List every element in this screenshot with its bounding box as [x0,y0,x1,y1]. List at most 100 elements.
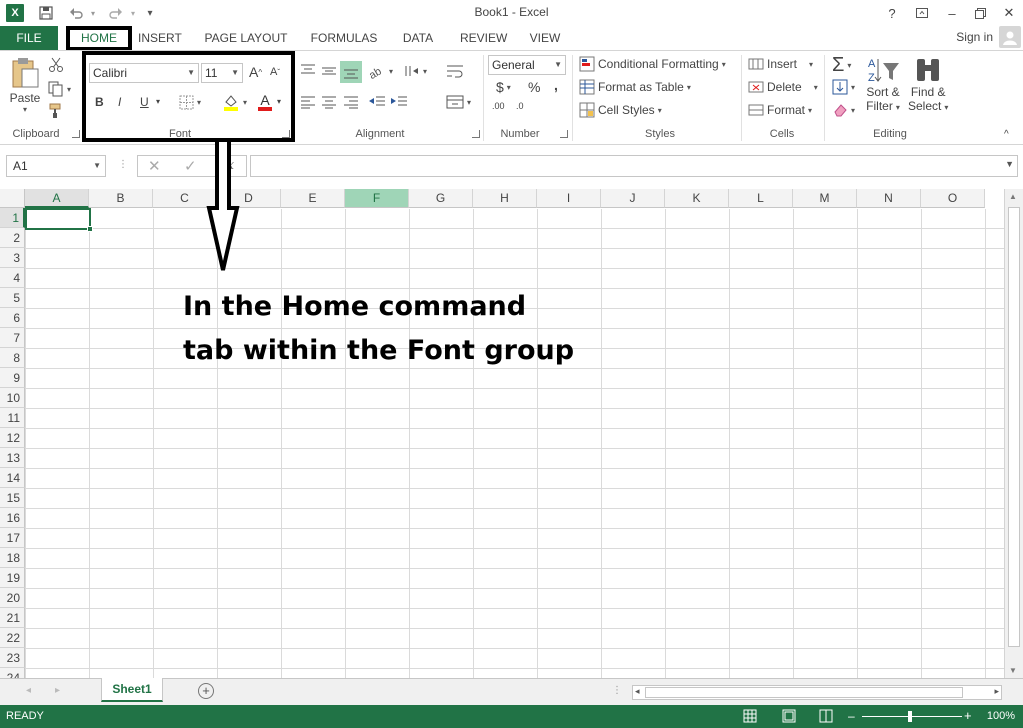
tab-formulas[interactable]: FORMULAS [310,26,378,50]
zoom-out-icon[interactable]: – [848,709,855,723]
horizontal-scroll-thumb[interactable] [645,687,963,698]
format-as-table-button[interactable]: Format as Table ▾ [579,79,691,95]
column-header-g[interactable]: G [409,189,473,208]
row-header-23[interactable]: 23 [0,648,25,668]
column-header-n[interactable]: N [857,189,921,208]
row-header-19[interactable]: 19 [0,568,25,588]
align-right-icon[interactable] [343,95,359,109]
formula-input[interactable]: ▼ [250,155,1018,177]
cancel-entry-icon[interactable]: ✕ [148,157,161,175]
align-middle-icon[interactable] [321,63,337,79]
tab-data[interactable]: DATA [400,26,436,50]
column-header-l[interactable]: L [729,189,793,208]
increase-decimal-button[interactable]: .00 [492,101,505,111]
number-launcher-icon[interactable] [560,130,568,138]
sheet-tab-sheet1[interactable]: Sheet1 [101,678,163,702]
cell-styles-button[interactable]: Cell Styles ▾ [579,102,662,118]
row-header-5[interactable]: 5 [0,288,25,308]
comma-button[interactable]: , [554,77,558,93]
row-header-8[interactable]: 8 [0,348,25,368]
wrap-text-icon[interactable] [446,63,464,79]
tab-view[interactable]: VIEW [528,26,562,50]
zoom-level[interactable]: 100% [987,710,1015,722]
clear-icon[interactable]: ▾ [832,102,855,118]
zoom-slider-thumb[interactable] [908,711,912,722]
format-cells-button[interactable]: Format ▾ [748,102,812,118]
normal-view-icon[interactable] [743,709,757,726]
row-header-17[interactable]: 17 [0,528,25,548]
decrease-indent-icon[interactable] [368,95,386,109]
format-painter-icon[interactable] [48,103,64,119]
scroll-left-icon[interactable]: ◂ [635,686,640,697]
sign-in-link[interactable]: Sign in [956,30,993,44]
close-icon[interactable]: ✕ [997,4,1021,22]
column-header-h[interactable]: H [473,189,537,208]
split-grip-icon[interactable]: ⋮ [612,685,622,696]
row-header-22[interactable]: 22 [0,628,25,648]
find-select-button[interactable]: Find & Select ▾ [908,55,948,113]
active-cell[interactable] [25,208,93,232]
row-header-6[interactable]: 6 [0,308,25,328]
tab-home[interactable]: HOME [66,26,132,50]
percent-button[interactable]: % [528,79,540,95]
page-break-view-icon[interactable] [819,709,833,726]
select-all-corner[interactable] [0,189,25,208]
cut-icon[interactable] [48,57,64,73]
decrease-decimal-button[interactable]: .0 [516,101,524,111]
number-format-combo[interactable]: General ▼ [488,55,566,75]
row-header-24[interactable]: 24 [0,668,25,678]
currency-button[interactable]: $ ▾ [496,79,511,95]
scroll-up-icon[interactable]: ▲ [1009,192,1017,201]
column-header-j[interactable]: J [601,189,665,208]
minimize-icon[interactable]: – [940,4,964,22]
restore-icon[interactable] [968,4,992,22]
tab-page-layout[interactable]: PAGE LAYOUT [204,26,288,50]
avatar[interactable] [999,26,1021,48]
row-header-13[interactable]: 13 [0,448,25,468]
cell-area[interactable] [25,209,1004,678]
row-header-16[interactable]: 16 [0,508,25,528]
column-header-a[interactable]: A [25,189,89,208]
merge-center-icon[interactable]: ▾ [446,95,471,109]
increase-indent-icon[interactable] [390,95,408,109]
fill-handle[interactable] [87,226,93,232]
ribbon-display-options-icon[interactable] [910,4,934,22]
row-header-11[interactable]: 11 [0,408,25,428]
tab-review[interactable]: REVIEW [460,26,507,50]
align-bottom-icon[interactable] [340,61,362,83]
column-header-o[interactable]: O [921,189,985,208]
help-icon[interactable]: ? [880,4,904,22]
confirm-entry-icon[interactable]: ✓ [184,157,197,175]
autosum-icon[interactable]: Σ ▾ [832,54,851,77]
copy-icon[interactable]: ▾ [48,81,71,97]
delete-cells-button[interactable]: Delete ▾ [748,79,818,95]
column-header-f[interactable]: F [345,189,409,208]
column-header-m[interactable]: M [793,189,857,208]
row-header-7[interactable]: 7 [0,328,25,348]
vertical-scroll-thumb[interactable] [1008,207,1020,647]
align-top-icon[interactable] [300,63,316,79]
fill-icon[interactable]: ▾ [832,79,855,95]
name-box[interactable]: A1 ▼ [6,155,106,177]
new-sheet-icon[interactable]: + [198,683,214,699]
align-left-icon[interactable] [300,95,316,109]
zoom-in-icon[interactable]: + [964,708,972,723]
collapse-ribbon-icon[interactable]: ^ [1004,129,1009,140]
horizontal-scrollbar[interactable]: ◂ ▸ [632,685,1002,700]
align-center-icon[interactable] [321,95,337,109]
vertical-scrollbar[interactable]: ▲ ▼ [1004,189,1023,678]
insert-cells-button[interactable]: Insert ▾ [748,56,813,72]
scroll-right-icon[interactable]: ▸ [994,686,999,697]
clipboard-launcher-icon[interactable] [72,130,80,138]
column-header-i[interactable]: I [537,189,601,208]
row-header-21[interactable]: 21 [0,608,25,628]
alignment-launcher-icon[interactable] [472,130,480,138]
row-header-18[interactable]: 18 [0,548,25,568]
row-header-12[interactable]: 12 [0,428,25,448]
row-header-3[interactable]: 3 [0,248,25,268]
column-header-k[interactable]: K [665,189,729,208]
conditional-formatting-button[interactable]: Conditional Formatting ▾ [579,56,726,72]
indent-dir-icon[interactable]: ▾ [404,63,427,79]
column-header-e[interactable]: E [281,189,345,208]
page-layout-view-icon[interactable] [782,709,796,726]
